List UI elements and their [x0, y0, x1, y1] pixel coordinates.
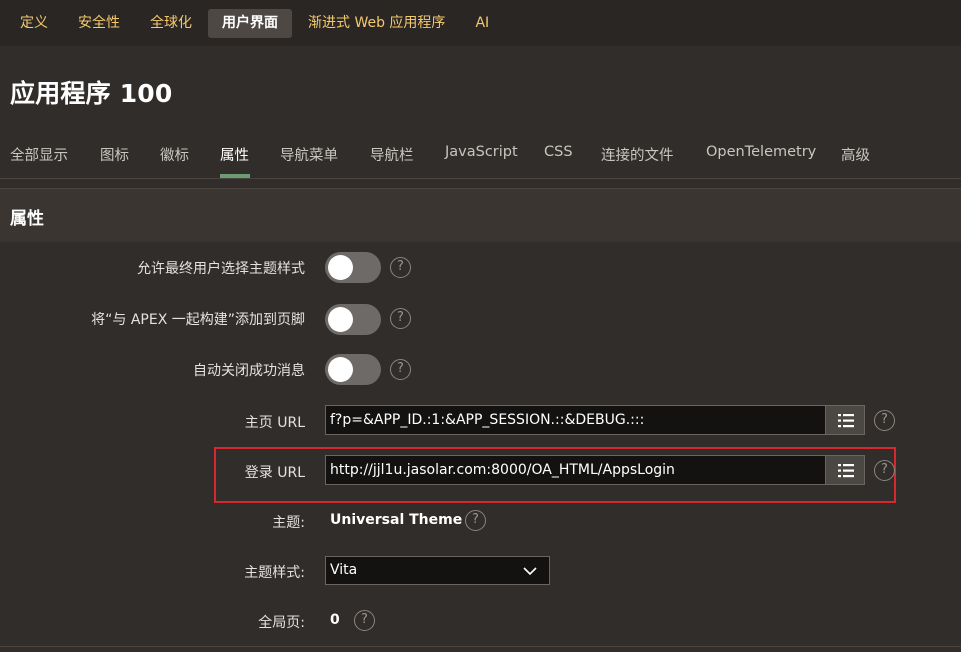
divider: [0, 646, 961, 647]
list-icon: [838, 464, 854, 478]
chevron-down-icon: [523, 567, 537, 576]
help-icon[interactable]: ?: [874, 460, 895, 481]
allow-theme-style-toggle[interactable]: [325, 252, 381, 283]
global-page-value: 0: [330, 612, 340, 628]
subtab-opentelemetry[interactable]: OpenTelemetry: [706, 144, 816, 160]
subtab-bar: 全部显示 图标 徽标 属性 导航菜单 导航栏 JavaScript CSS 连接…: [0, 132, 961, 179]
login-url-input[interactable]: http://jjl1u.jasolar.com:8000/OA_HTML/Ap…: [325, 455, 825, 485]
theme-label: 主题:: [272, 515, 305, 531]
subtab-javascript[interactable]: JavaScript: [445, 144, 518, 160]
login-url-list-button[interactable]: [825, 455, 865, 485]
theme-style-select[interactable]: Vita: [325, 556, 550, 585]
theme-style-label: 主题样式:: [244, 565, 305, 581]
tab-pwa[interactable]: 渐进式 Web 应用程序: [294, 9, 459, 38]
home-url-label: 主页 URL: [244, 415, 305, 431]
tab-ai[interactable]: AI: [461, 9, 503, 38]
home-url-list-button[interactable]: [825, 405, 865, 435]
subtab-icons[interactable]: 图标: [100, 144, 129, 165]
global-page-label: 全局页:: [258, 615, 305, 631]
help-icon[interactable]: ?: [354, 610, 375, 631]
tab-globalization[interactable]: 全球化: [136, 9, 206, 38]
built-with-apex-label: 将“与 APEX 一起构建”添加到页脚: [91, 312, 305, 328]
help-icon[interactable]: ?: [390, 308, 411, 329]
toggle-knob: [328, 255, 353, 280]
tab-user-interface[interactable]: 用户界面: [208, 8, 292, 38]
subtab-navigation-menu[interactable]: 导航菜单: [280, 144, 338, 165]
home-url-input[interactable]: f?p=&APP_ID.:1:&APP_SESSION.::&DEBUG.:::: [325, 405, 825, 435]
help-icon[interactable]: ?: [390, 359, 411, 380]
region-title: 属性: [10, 209, 44, 229]
list-icon: [838, 414, 854, 428]
active-subtab-indicator: [220, 174, 250, 178]
toggle-knob: [328, 307, 353, 332]
top-navigation: 定义 安全性 全球化 用户界面 渐进式 Web 应用程序 AI: [0, 0, 961, 46]
toggle-knob: [328, 357, 353, 382]
page-title: 应用程序 100: [10, 79, 173, 108]
help-icon[interactable]: ?: [465, 510, 486, 531]
subtab-attributes[interactable]: 属性: [220, 144, 249, 165]
built-with-apex-toggle[interactable]: [325, 304, 381, 335]
login-url-label: 登录 URL: [244, 465, 305, 481]
subtab-attached-files[interactable]: 连接的文件: [601, 144, 674, 165]
auto-dismiss-toggle[interactable]: [325, 354, 381, 385]
help-icon[interactable]: ?: [390, 257, 411, 278]
auto-dismiss-label: 自动关闭成功消息: [193, 363, 305, 379]
subtab-navigation-bar[interactable]: 导航栏: [370, 144, 414, 165]
theme-style-selected-value: Vita: [330, 562, 358, 578]
tab-security[interactable]: 安全性: [64, 9, 134, 38]
subtab-advanced[interactable]: 高级: [841, 144, 870, 165]
subtab-css[interactable]: CSS: [544, 144, 573, 160]
subtab-show-all[interactable]: 全部显示: [10, 144, 68, 165]
region-header: 属性: [0, 188, 961, 242]
help-icon[interactable]: ?: [874, 410, 895, 431]
tab-definition[interactable]: 定义: [6, 9, 62, 38]
theme-value: Universal Theme: [330, 512, 463, 528]
subtab-logo[interactable]: 徽标: [160, 144, 189, 165]
allow-theme-style-label: 允许最终用户选择主题样式: [137, 261, 305, 277]
